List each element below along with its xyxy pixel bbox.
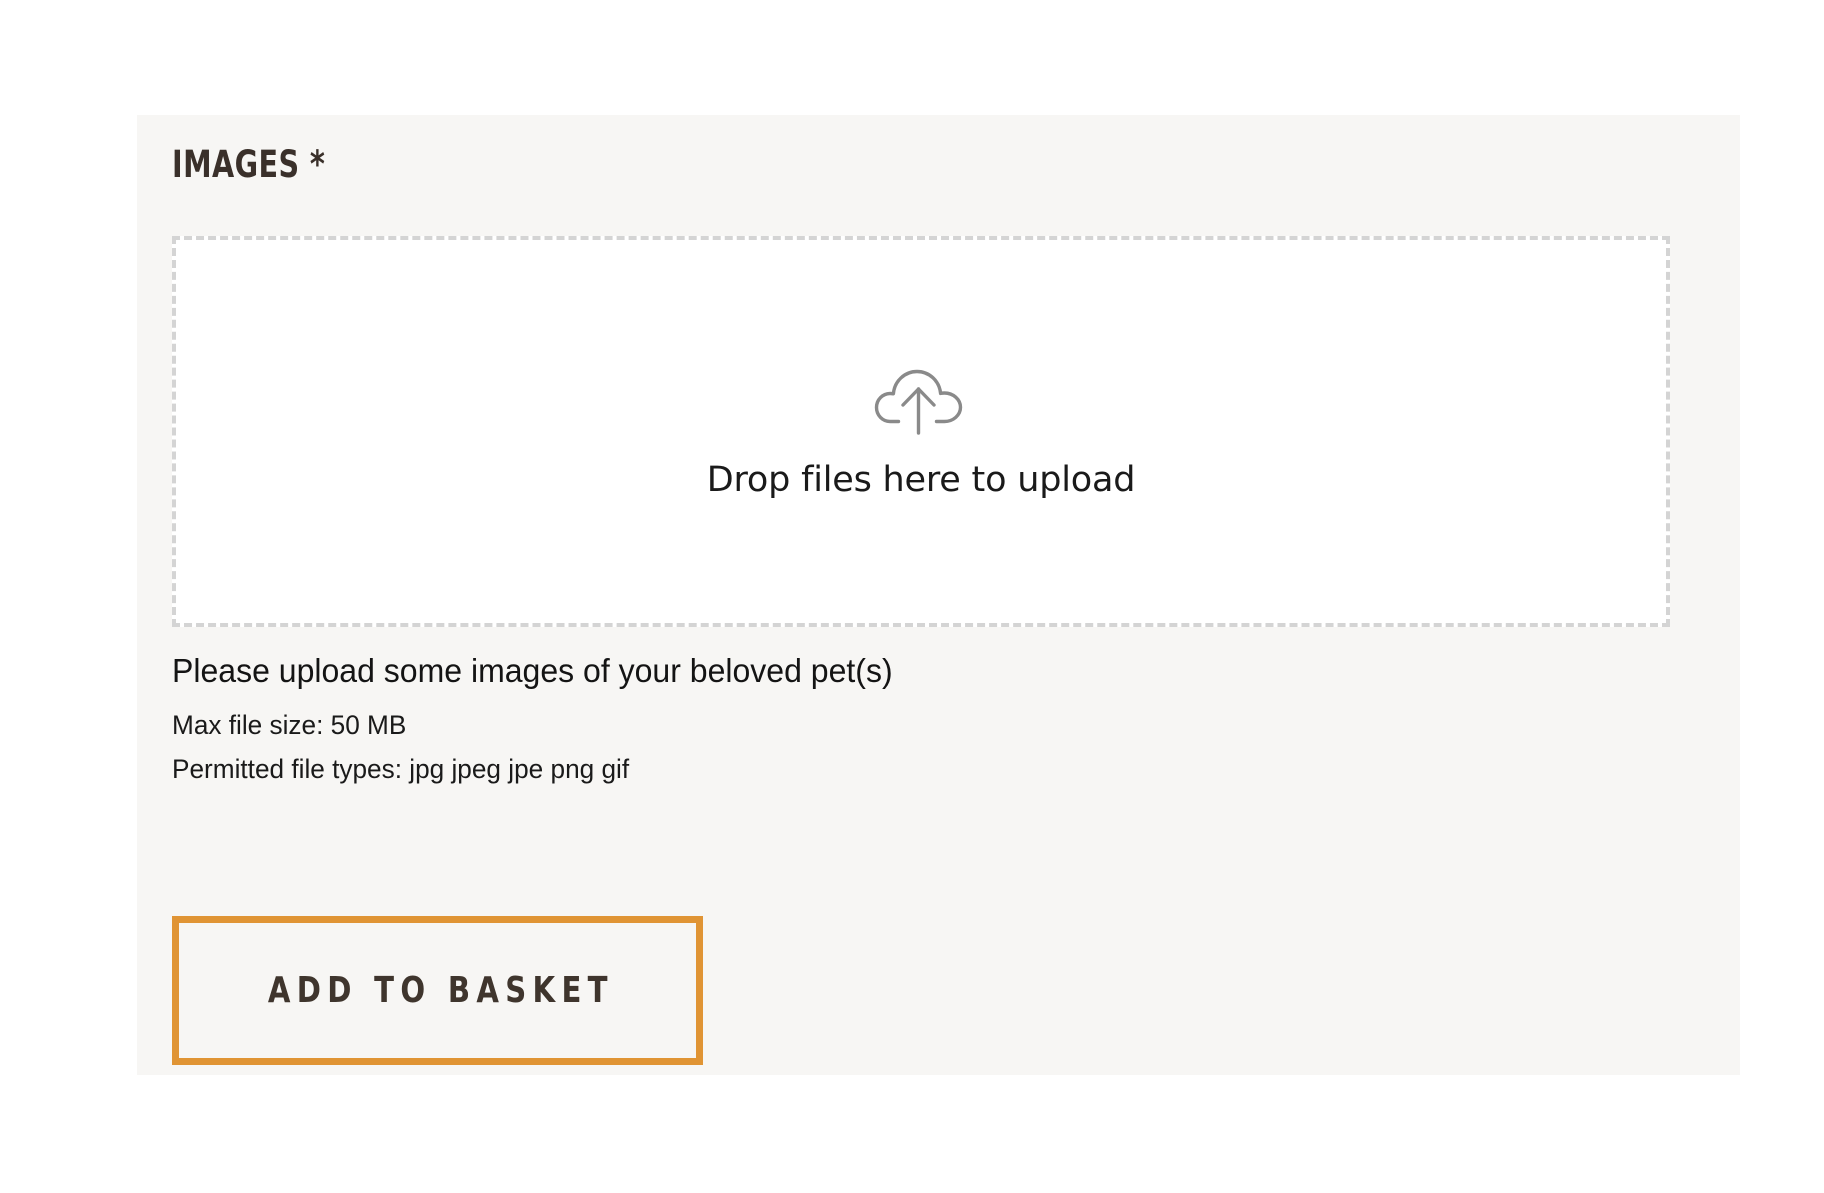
upload-help-text: Please upload some images of your belove… (172, 651, 1572, 791)
add-to-basket-button[interactable]: ADD TO BASKET (172, 916, 703, 1065)
image-upload-card: IMAGES * Drop files here to upload Pleas… (137, 115, 1740, 1075)
add-to-basket-label: ADD TO BASKET (267, 969, 614, 1011)
help-primary-text: Please upload some images of your belove… (172, 652, 893, 689)
cloud-upload-icon (873, 363, 969, 437)
help-permitted-file-types: Permitted file types: jpg jpeg jpe png g… (172, 754, 630, 784)
page-root: IMAGES * Drop files here to upload Pleas… (0, 0, 1824, 1193)
help-max-file-size: Max file size: 50 MB (172, 710, 407, 740)
card-content: IMAGES * Drop files here to upload Pleas… (172, 143, 1705, 1075)
page-title: IMAGES * (172, 143, 326, 186)
file-dropzone[interactable]: Drop files here to upload (172, 236, 1670, 627)
dropzone-label: Drop files here to upload (706, 459, 1136, 500)
